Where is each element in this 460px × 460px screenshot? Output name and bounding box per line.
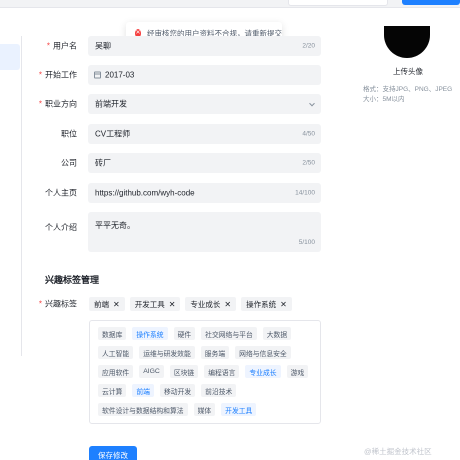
close-icon[interactable]: ✕ (280, 300, 287, 309)
homepage-value: https://github.com/wyh-code (95, 188, 195, 198)
avatar-size-hint: 大小：5M以内 (363, 96, 405, 103)
tag-option[interactable]: 硬件 (173, 327, 196, 340)
tag-option[interactable]: 运维与研发效能 (139, 346, 195, 359)
career-row: * 职业方向 前端开发 (0, 94, 330, 114)
selected-tag: 专业成长 ✕ (185, 297, 237, 311)
intro-count: 5/100 (298, 239, 315, 246)
homepage-row: 个人主页 https://github.com/wyh-code 14/100 (0, 183, 330, 203)
position-input[interactable]: CV工程师 4/50 (88, 124, 321, 144)
homepage-label: 个人主页 (45, 188, 77, 198)
avatar-format-hint: 格式：支持JPG、PNG、JPEG (363, 86, 453, 93)
tag-option[interactable]: 数据库 (98, 327, 127, 340)
position-row: 职位 CV工程师 4/50 (0, 124, 330, 144)
tag-option[interactable]: 网络与信息安全 (235, 346, 291, 359)
tag-option[interactable]: 云计算 (98, 384, 127, 397)
start-work-row: * 开始工作 2017-03 (0, 65, 330, 85)
avatar[interactable] (384, 26, 430, 58)
watermark: @稀土掘金技术社区 (364, 447, 432, 456)
homepage-count: 14/100 (295, 189, 315, 197)
username-count: 2/20 (302, 42, 315, 50)
tag-option[interactable]: 服务端 (200, 346, 230, 359)
close-icon[interactable]: ✕ (224, 300, 231, 309)
position-value: CV工程师 (95, 129, 131, 139)
tag-option[interactable]: 软件设计与数据结构和算法 (98, 403, 188, 416)
tag-option[interactable]: 区块链 (169, 365, 199, 378)
top-action-button[interactable] (402, 0, 460, 5)
start-work-value: 2017-03 (105, 70, 135, 80)
position-count: 4/50 (302, 130, 315, 138)
username-label: * 用户名 (46, 41, 77, 51)
top-bar (0, 0, 460, 8)
close-icon[interactable]: ✕ (113, 300, 120, 309)
tag-option[interactable]: 前沿技术 (201, 384, 237, 397)
tag-option[interactable]: 人工智能 (98, 346, 134, 359)
tag-option-selected[interactable]: 开发工具 (221, 403, 257, 416)
selected-tags: 前端 ✕ 开发工具 ✕ 专业成长 ✕ 操作系统 ✕ (89, 297, 292, 311)
username-input[interactable]: 吴聊 2/20 (88, 36, 321, 56)
career-label: * 职业方向 (38, 99, 77, 109)
career-select[interactable]: 前端开发 (88, 94, 321, 114)
career-value: 前端开发 (95, 99, 127, 109)
interest-section-title: 兴趣标签管理 (45, 275, 100, 285)
tag-option[interactable]: 游戏 (286, 365, 309, 378)
tag-option[interactable]: 移动开发 (159, 384, 196, 397)
company-count: 2/50 (302, 159, 315, 167)
intro-value: 平平无奇。 (95, 221, 135, 230)
tag-option[interactable]: 大数据 (262, 327, 292, 340)
interest-label: * 兴趣标签 (38, 299, 77, 309)
tag-option-selected[interactable]: 前端 (132, 384, 154, 397)
position-label: 职位 (61, 129, 77, 139)
selected-tag: 前端 ✕ (89, 297, 125, 311)
tag-option-selected[interactable]: 操作系统 (132, 327, 168, 340)
intro-textarea[interactable]: 平平无奇。 5/100 (88, 212, 321, 252)
chevron-down-icon (309, 100, 315, 107)
save-button[interactable]: 保存修改 (89, 446, 137, 460)
company-value: 砖厂 (95, 158, 111, 168)
close-icon[interactable]: ✕ (169, 300, 176, 309)
company-label: 公司 (61, 158, 77, 168)
selected-tag: 操作系统 ✕ (241, 297, 292, 311)
tag-option[interactable]: 编程语言 (204, 365, 240, 378)
tag-option-selected[interactable]: 专业成长 (245, 365, 281, 378)
tag-option[interactable]: AIGC (139, 365, 164, 378)
homepage-input[interactable]: https://github.com/wyh-code 14/100 (88, 183, 321, 203)
tag-options-panel: 数据库 操作系统 硬件 社交网络与平台 大数据 人工智能 运维与研发效能 服务端… (89, 320, 321, 424)
username-value: 吴聊 (95, 41, 111, 51)
start-work-picker[interactable]: 2017-03 (88, 65, 321, 85)
tag-option[interactable]: 社交网络与平台 (201, 327, 257, 340)
intro-label: 个人介绍 (45, 223, 77, 232)
search-input[interactable] (288, 0, 388, 6)
upload-avatar-label[interactable]: 上传头像 (380, 66, 436, 77)
intro-row: 个人介绍 平平无奇。 5/100 (0, 212, 330, 252)
start-work-label: * 开始工作 (38, 70, 77, 80)
tag-option[interactable]: 媒体 (193, 403, 216, 416)
username-row: * 用户名 吴聊 2/20 (0, 36, 330, 56)
company-row: 公司 砖厂 2/50 (0, 153, 330, 173)
tag-option[interactable]: 应用软件 (98, 365, 134, 378)
company-input[interactable]: 砖厂 2/50 (88, 153, 321, 173)
selected-tag: 开发工具 ✕ (129, 297, 181, 311)
calendar-icon (94, 71, 101, 79)
